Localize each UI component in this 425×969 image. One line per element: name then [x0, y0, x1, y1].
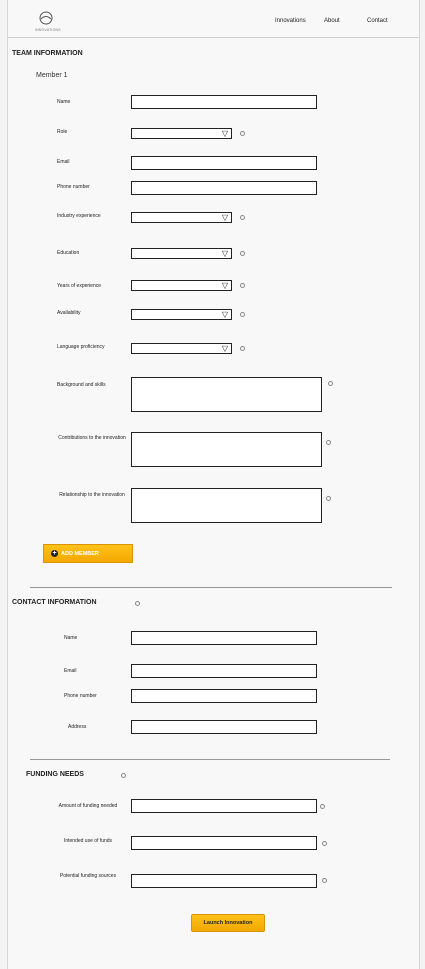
background-textarea[interactable]	[131, 377, 322, 412]
years-select[interactable]: ▽	[131, 280, 232, 291]
info-icon[interactable]	[326, 440, 331, 445]
info-icon[interactable]	[240, 251, 245, 256]
member-label: Member 1	[36, 72, 68, 79]
nav-about[interactable]: About	[324, 18, 340, 24]
info-icon[interactable]	[326, 496, 331, 501]
language-select[interactable]: ▽	[131, 343, 232, 354]
info-icon[interactable]	[320, 804, 325, 809]
language-label: Language proficiency	[57, 344, 105, 350]
relationship-label: Relationship to the innovation	[59, 492, 125, 498]
years-label: Years of experience	[57, 283, 102, 289]
logo-icon[interactable]	[38, 11, 54, 26]
education-label: Education	[57, 250, 80, 256]
chevron-down-icon: ▽	[221, 249, 228, 258]
availability-select[interactable]: ▽	[131, 309, 232, 320]
role-label: Role	[57, 129, 68, 135]
info-icon[interactable]	[240, 312, 245, 317]
chevron-down-icon: ▽	[221, 213, 228, 222]
background-label: Background and skills	[57, 382, 106, 388]
amount-label: Amount of funding needed	[58, 803, 118, 809]
sources-input[interactable]	[131, 874, 317, 888]
info-icon[interactable]	[135, 601, 140, 606]
plus-icon: +	[51, 550, 58, 557]
member-name-input[interactable]	[131, 95, 317, 109]
use-label: Intended use of funds	[63, 838, 113, 844]
funding-section-title: FUNDING NEEDS	[26, 771, 84, 778]
availability-label: Availability	[57, 310, 81, 316]
info-icon[interactable]	[240, 131, 245, 136]
info-icon[interactable]	[121, 773, 126, 778]
address-input[interactable]	[131, 720, 317, 734]
page: INNOVATIONS Innovations About Contact TE…	[7, 0, 420, 969]
nav-innovations[interactable]: Innovations	[275, 18, 306, 24]
info-icon[interactable]	[240, 346, 245, 351]
address-label: Address	[68, 724, 87, 730]
member-name-label: Name	[57, 99, 71, 105]
info-icon[interactable]	[328, 381, 333, 386]
nav-contact[interactable]: Contact	[367, 18, 388, 24]
chevron-down-icon: ▽	[221, 344, 228, 353]
section-divider	[30, 587, 392, 588]
info-icon[interactable]	[322, 878, 327, 883]
education-select[interactable]: ▽	[131, 248, 232, 259]
section-divider	[30, 759, 390, 760]
industry-label: Industry experience	[57, 213, 101, 219]
contact-name-input[interactable]	[131, 631, 317, 645]
info-icon[interactable]	[240, 215, 245, 220]
launch-innovation-button[interactable]: Launch Innovation	[191, 914, 265, 932]
contributions-label: Contributions to the innovation	[58, 435, 126, 441]
role-select[interactable]: ▽	[131, 128, 232, 139]
info-icon[interactable]	[322, 841, 327, 846]
logo-text: INNOVATIONS	[35, 28, 61, 32]
add-member-button[interactable]: + ADD MEMBER	[43, 544, 133, 563]
header: INNOVATIONS Innovations About Contact	[8, 0, 419, 38]
member-phone-label: Phone number	[57, 184, 90, 190]
chevron-down-icon: ▽	[221, 281, 228, 290]
contact-email-input[interactable]	[131, 664, 317, 678]
contact-email-label: Email	[64, 668, 77, 674]
contact-name-label: Name	[64, 635, 78, 641]
chevron-down-icon: ▽	[221, 129, 228, 138]
team-section-title: TEAM INFORMATION	[12, 50, 83, 57]
chevron-down-icon: ▽	[221, 310, 228, 319]
amount-input[interactable]	[131, 799, 317, 813]
add-member-label: ADD MEMBER	[61, 551, 99, 557]
relationship-textarea[interactable]	[131, 488, 322, 523]
member-email-input[interactable]	[131, 156, 317, 170]
industry-select[interactable]: ▽	[131, 212, 232, 223]
sources-label: Potential funding sources	[59, 873, 117, 879]
contributions-textarea[interactable]	[131, 432, 322, 467]
contact-phone-label: Phone number	[64, 693, 97, 699]
member-email-label: Email	[57, 159, 70, 165]
info-icon[interactable]	[240, 283, 245, 288]
contact-phone-input[interactable]	[131, 689, 317, 703]
contact-section-title: CONTACT INFORMATION	[12, 599, 97, 606]
use-input[interactable]	[131, 836, 317, 850]
member-phone-input[interactable]	[131, 181, 317, 195]
